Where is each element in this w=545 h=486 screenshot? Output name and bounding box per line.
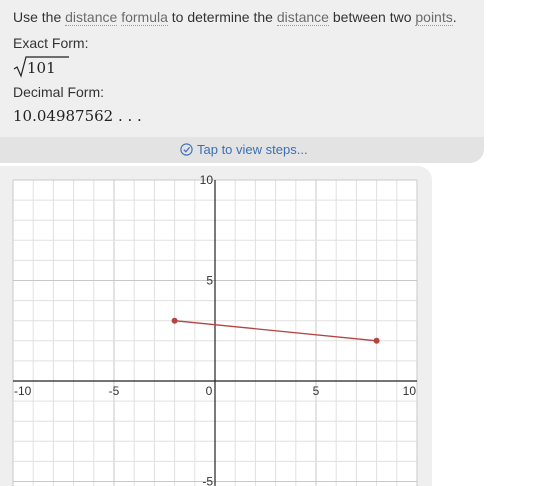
term-distance[interactable]: distance	[65, 9, 118, 26]
steps-bar[interactable]: Tap to view steps...	[0, 137, 484, 163]
instruction-text: Use the distance formula to determine th…	[13, 9, 457, 26]
data-point	[373, 337, 380, 344]
term-points[interactable]: points	[415, 9, 453, 26]
decimal-form-value: 10.04987562 . . .	[13, 107, 142, 125]
y-tick-label: 10	[200, 173, 214, 187]
y-tick-label: 5	[206, 274, 213, 288]
x-tick-label: 0	[206, 384, 213, 398]
coordinate-graph[interactable]: -10 -5 0 5 10 10 5 -5	[0, 166, 432, 486]
x-tick-label: 5	[313, 384, 320, 398]
x-tick-label: -5	[109, 384, 120, 398]
data-point	[171, 317, 178, 324]
term-distance-2[interactable]: distance	[276, 9, 329, 26]
exact-form-label: Exact Form:	[13, 35, 89, 51]
intro-middle-2: between two	[328, 9, 416, 25]
check-circle-icon	[180, 143, 193, 156]
term-formula[interactable]: formula	[121, 9, 168, 26]
radicand: 101	[27, 59, 56, 77]
decimal-form-label: Decimal Form:	[13, 84, 105, 100]
view-steps-link[interactable]: Tap to view steps...	[180, 142, 308, 157]
answer-card: Use the distance formula to determine th…	[0, 0, 484, 163]
graph-card[interactable]: -10 -5 0 5 10 10 5 -5	[0, 166, 432, 486]
intro-suffix: .	[452, 9, 457, 25]
intro-middle: to determine the	[167, 9, 277, 25]
y-tick-label: -5	[202, 474, 213, 486]
x-tick-label: 10	[403, 384, 417, 398]
view-steps-label: Tap to view steps...	[197, 142, 308, 157]
intro-prefix: Use the	[13, 9, 66, 25]
x-tick-label: -10	[14, 384, 32, 398]
